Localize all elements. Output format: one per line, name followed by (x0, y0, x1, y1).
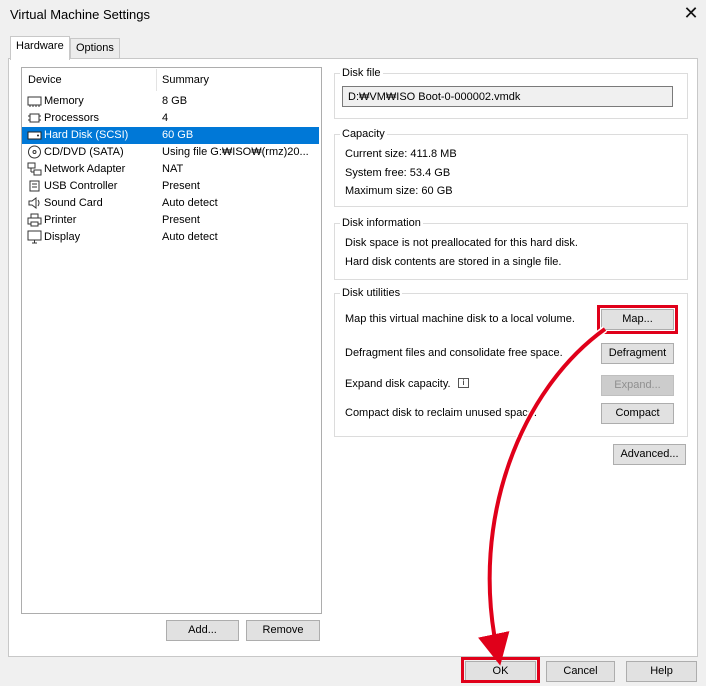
defragment-button[interactable]: Defragment (601, 343, 674, 364)
device-row-hard-disk[interactable]: Hard Disk (SCSI) 60 GB (22, 127, 319, 144)
ok-button[interactable]: OK (465, 661, 536, 682)
expand-button[interactable]: Expand... (601, 375, 674, 396)
processor-icon (28, 113, 41, 123)
device-name: Processors (44, 112, 100, 124)
device-name: CD/DVD (SATA) (44, 146, 124, 158)
device-summary: Auto detect (162, 197, 218, 209)
maximum-size-text: Maximum size: 60 GB (345, 185, 453, 197)
disk-file-field[interactable]: D:₩VM₩ISO Boot-0-000002.vmdk (342, 86, 673, 107)
device-name: Network Adapter (44, 163, 126, 175)
device-name: Sound Card (44, 197, 103, 209)
close-icon[interactable]: ✕ (681, 3, 701, 23)
device-summary: NAT (162, 163, 184, 175)
map-button[interactable]: Map... (601, 309, 674, 330)
system-free-text: System free: 53.4 GB (345, 167, 451, 179)
device-name: Printer (44, 214, 77, 226)
tab-hardware[interactable]: Hardware (10, 36, 70, 60)
disk-info-line1: Disk space is not preallocated for this … (345, 237, 578, 249)
device-name: Hard Disk (SCSI) (44, 129, 129, 141)
device-summary: Present (162, 180, 200, 192)
cd-dvd-icon (28, 145, 41, 159)
device-row-cd-dvd[interactable]: CD/DVD (SATA) Using file G:₩ISO₩(rmz)20.… (22, 144, 319, 161)
device-summary: Using file G:₩ISO₩(rmz)20... (162, 146, 309, 158)
display-icon (27, 230, 42, 244)
disk-info-line2: Hard disk contents are stored in a singl… (345, 256, 562, 268)
device-row-memory[interactable]: Memory 8 GB (22, 93, 319, 110)
device-summary: 60 GB (162, 129, 194, 141)
cancel-button[interactable]: Cancel (546, 661, 615, 682)
defragment-description: Defragment files and consolidate free sp… (345, 347, 563, 359)
disk-information-label: Disk information (340, 217, 423, 229)
remove-button[interactable]: Remove (246, 620, 320, 641)
device-row-processors[interactable]: Processors 4 (22, 110, 319, 127)
device-summary: Auto detect (162, 231, 218, 243)
device-name: USB Controller (44, 180, 118, 192)
compact-description: Compact disk to reclaim unused space. (345, 407, 537, 419)
device-summary: 4 (162, 112, 169, 124)
usb-controller-icon (29, 180, 40, 192)
hard-disk-icon (27, 131, 42, 140)
disk-file-label: Disk file (340, 67, 383, 79)
help-button[interactable]: Help (626, 661, 697, 682)
disk-utilities-label: Disk utilities (340, 287, 403, 299)
capacity-label: Capacity (340, 128, 387, 140)
memory-icon (27, 96, 42, 107)
device-row-usb-controller[interactable]: USB Controller Present (22, 178, 319, 195)
expand-description: Expand disk capacity. (345, 378, 451, 390)
advanced-button[interactable]: Advanced... (613, 444, 686, 465)
device-row-printer[interactable]: Printer Present (22, 212, 319, 229)
printer-icon (27, 213, 42, 227)
disk-information-group (334, 223, 688, 280)
column-header-summary[interactable]: Summary (162, 74, 209, 86)
column-header-device[interactable]: Device (28, 74, 62, 86)
device-row-display[interactable]: Display Auto detect (22, 229, 319, 246)
window-title: Virtual Machine Settings (10, 7, 150, 22)
device-row-sound-card[interactable]: Sound Card Auto detect (22, 195, 319, 212)
tab-options[interactable]: Options (70, 38, 120, 59)
current-size-text: Current size: 411.8 MB (345, 148, 457, 160)
column-separator (156, 69, 157, 91)
map-description: Map this virtual machine disk to a local… (345, 313, 575, 325)
device-row-network-adapter[interactable]: Network Adapter NAT (22, 161, 319, 178)
device-name: Memory (44, 95, 84, 107)
device-name: Display (44, 231, 81, 243)
add-button[interactable]: Add... (166, 620, 239, 641)
compact-button[interactable]: Compact (601, 403, 674, 424)
device-summary: Present (162, 214, 200, 226)
sound-card-icon (28, 197, 40, 209)
network-adapter-icon (27, 162, 42, 176)
info-icon[interactable]: i (458, 378, 469, 388)
device-summary: 8 GB (162, 95, 188, 107)
